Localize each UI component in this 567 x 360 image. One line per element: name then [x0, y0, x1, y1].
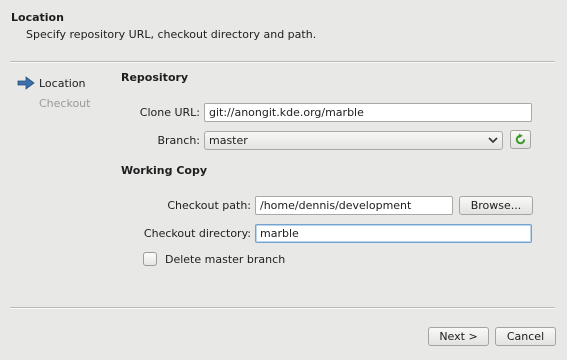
- repository-heading: Repository: [121, 71, 189, 84]
- nav-item-location[interactable]: Location: [17, 75, 86, 91]
- checkout-path-field[interactable]: /home/dennis/development: [255, 196, 453, 215]
- chevron-down-icon: [488, 137, 498, 144]
- clone-url-field[interactable]: git://anongit.kde.org/marble: [204, 103, 532, 122]
- checkout-path-label: Checkout path:: [167, 199, 251, 212]
- checkout-directory-field[interactable]: marble: [255, 224, 532, 243]
- wizard-header: Location Specify repository URL, checkou…: [0, 0, 567, 61]
- refresh-branches-button[interactable]: [510, 130, 531, 149]
- footer-divider: [10, 307, 555, 309]
- working-copy-heading: Working Copy: [121, 164, 208, 177]
- branch-select-value: master: [209, 134, 248, 147]
- branch-label: Branch:: [157, 134, 200, 147]
- browse-button[interactable]: Browse...: [459, 196, 533, 215]
- clone-url-label: Clone URL:: [139, 106, 200, 119]
- delete-branch-option[interactable]: Delete master branch: [143, 251, 285, 267]
- arrow-right-icon: [17, 76, 35, 90]
- nav-item-label: Checkout: [39, 96, 91, 110]
- page-title: Location: [11, 11, 64, 24]
- next-button[interactable]: Next >: [428, 327, 489, 346]
- checkout-directory-label: Checkout directory:: [143, 227, 251, 240]
- nav-item-checkout: Checkout: [39, 95, 90, 111]
- delete-branch-checkbox[interactable]: [143, 252, 157, 266]
- page-subtitle: Specify repository URL, checkout directo…: [26, 28, 317, 41]
- header-divider: [10, 61, 555, 63]
- cancel-button[interactable]: Cancel: [495, 327, 556, 346]
- branch-select[interactable]: master: [204, 131, 503, 150]
- delete-branch-label: Delete master branch: [165, 252, 286, 266]
- nav-item-label: Location: [39, 76, 86, 90]
- refresh-icon: [515, 133, 526, 145]
